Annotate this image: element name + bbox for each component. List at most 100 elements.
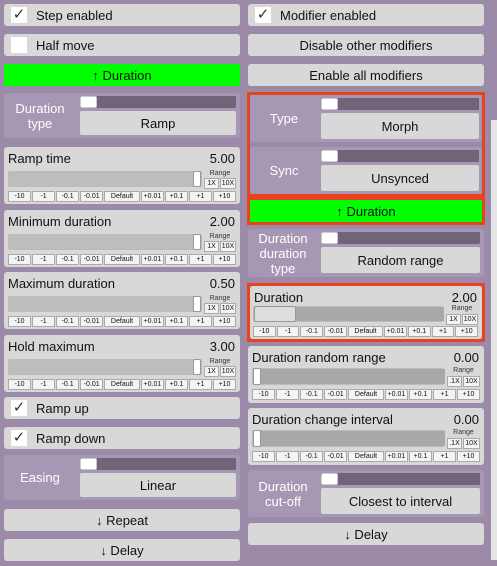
step-minus-1[interactable]: -1 [32,316,56,327]
duration-change-interval-track[interactable] [252,430,445,447]
delay-down-button-right[interactable]: ↓ Delay [248,523,484,545]
range-1x-button[interactable]: 1X [446,314,461,325]
ramp-up-toggle[interactable]: ✓ Ramp up [4,397,240,419]
step-plus-10[interactable]: +10 [213,191,237,202]
step-plus-0-01[interactable]: +0.01 [384,326,407,337]
duration-cutoff-value[interactable]: Closest to interval [321,488,480,514]
step-minus-0-01[interactable]: -0.01 [324,326,347,337]
step-minus-10[interactable]: -10 [252,451,276,462]
half-move-toggle[interactable]: Half move [4,34,240,56]
step-minus-10[interactable]: -10 [252,389,276,400]
step-plus-1[interactable]: +1 [188,191,212,202]
step-plus-10[interactable]: +10 [213,316,237,327]
step-plus-10[interactable]: +10 [457,389,481,400]
step-default[interactable]: Default [104,254,140,265]
duration-duration-type-selector[interactable] [321,232,480,244]
repeat-down-button[interactable]: ↓ Repeat [4,509,240,531]
step-plus-1[interactable]: +1 [188,254,212,265]
duration-up-button-right[interactable]: ↑ Duration [250,200,482,222]
selector-knob[interactable] [321,232,338,244]
step-minus-0-1[interactable]: -0.1 [56,254,80,265]
step-minus-0-01[interactable]: -0.01 [80,191,104,202]
step-minus-1[interactable]: -1 [276,389,300,400]
step-minus-0-1[interactable]: -0.1 [56,191,80,202]
range-10x-button[interactable]: 10X [220,178,236,189]
ramp-time-thumb[interactable] [193,171,201,187]
sync-selector[interactable] [321,150,479,162]
step-minus-0-01[interactable]: -0.01 [324,389,348,400]
step-minus-0-01[interactable]: -0.01 [80,379,104,390]
step-plus-0-1[interactable]: +0.1 [164,316,188,327]
duration-change-interval-thumb[interactable] [253,430,261,447]
type-selector[interactable] [321,98,479,110]
step-plus-0-1[interactable]: +0.1 [408,451,432,462]
duration-track[interactable] [253,306,444,322]
maximum-duration-thumb[interactable] [193,296,201,312]
modifier-enabled-toggle[interactable]: ✓ Modifier enabled [248,4,484,26]
selector-knob[interactable] [80,96,97,108]
range-1x-button[interactable]: 1X [204,178,219,189]
step-default[interactable]: Default [104,379,140,390]
range-10x-button[interactable]: 10X [463,438,480,449]
step-minus-0-01[interactable]: -0.01 [324,451,348,462]
step-plus-0-1[interactable]: +0.1 [164,191,188,202]
maximum-duration-track[interactable] [8,296,202,312]
step-minus-10[interactable]: -10 [253,326,276,337]
range-10x-button[interactable]: 10X [462,314,478,325]
step-plus-10[interactable]: +10 [213,254,237,265]
step-default[interactable]: Default [348,389,384,400]
range-10x-button[interactable]: 10X [220,303,236,314]
selector-knob[interactable] [80,458,97,470]
step-minus-0-1[interactable]: -0.1 [300,326,324,337]
step-minus-10[interactable]: -10 [8,191,32,202]
step-minus-0-1[interactable]: -0.1 [56,316,80,327]
type-value[interactable]: Morph [321,113,479,139]
range-1x-button[interactable]: 1X [204,303,219,314]
step-minus-10[interactable]: -10 [8,254,32,265]
range-dot1x-button[interactable]: .1X [447,376,462,387]
step-minus-0-1[interactable]: -0.1 [56,379,80,390]
selector-knob[interactable] [321,98,338,110]
step-minus-1[interactable]: -1 [32,254,56,265]
minimum-duration-thumb[interactable] [193,234,201,250]
step-plus-0-1[interactable]: +0.1 [407,326,431,337]
range-1x-button[interactable]: 1X [204,241,219,252]
step-minus-0-1[interactable]: -0.1 [300,451,324,462]
step-minus-0-01[interactable]: -0.01 [80,254,104,265]
duration-random-range-thumb[interactable] [253,368,261,385]
step-plus-1[interactable]: +1 [431,326,455,337]
step-plus-1[interactable]: +1 [432,389,456,400]
duration-type-value[interactable]: Ramp [80,111,236,135]
step-default[interactable]: Default [104,316,140,327]
minimum-duration-track[interactable] [8,234,202,250]
duration-cutoff-selector[interactable] [321,473,480,485]
delay-down-button-left[interactable]: ↓ Delay [4,539,240,561]
step-plus-0-01[interactable]: +0.01 [140,316,164,327]
range-1x-button[interactable]: 1X [204,366,219,377]
easing-value[interactable]: Linear [80,473,236,497]
easing-selector[interactable] [80,458,236,470]
step-plus-0-1[interactable]: +0.1 [164,254,188,265]
step-plus-0-01[interactable]: +0.01 [384,389,408,400]
step-plus-1[interactable]: +1 [188,379,212,390]
selector-knob[interactable] [321,473,338,485]
step-plus-0-01[interactable]: +0.01 [140,379,164,390]
step-plus-1[interactable]: +1 [188,316,212,327]
step-plus-0-01[interactable]: +0.01 [140,191,164,202]
step-minus-10[interactable]: -10 [8,379,32,390]
duration-random-range-track[interactable] [252,368,445,385]
step-plus-10[interactable]: +10 [455,326,479,337]
step-plus-0-1[interactable]: +0.1 [408,389,432,400]
step-minus-0-1[interactable]: -0.1 [300,389,324,400]
range-10x-button[interactable]: 10X [220,241,236,252]
range-dot1x-button[interactable]: .1X [447,438,462,449]
step-plus-0-1[interactable]: +0.1 [164,379,188,390]
step-plus-0-01[interactable]: +0.01 [140,254,164,265]
step-minus-10[interactable]: -10 [8,316,32,327]
duration-duration-type-value[interactable]: Random range [321,247,480,273]
step-minus-1[interactable]: -1 [32,379,56,390]
step-default[interactable]: Default [347,326,384,337]
step-minus-1[interactable]: -1 [276,326,300,337]
range-10x-button[interactable]: 10X [220,366,236,377]
step-minus-0-01[interactable]: -0.01 [80,316,104,327]
